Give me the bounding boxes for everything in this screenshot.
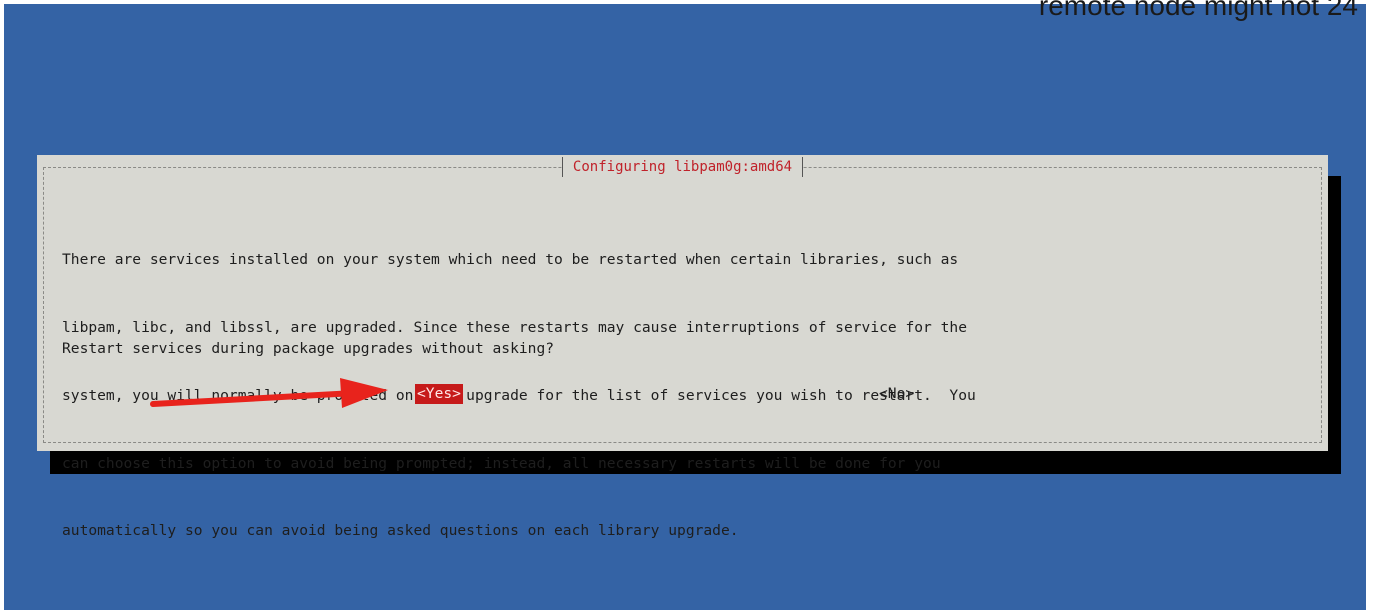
no-button[interactable]: <No> — [877, 384, 916, 404]
yes-button[interactable]: <Yes> — [415, 384, 463, 404]
message-line: automatically so you can avoid being ask… — [62, 522, 739, 540]
dialog-question: Restart services during package upgrades… — [62, 340, 555, 357]
overflow-caption: remote node might not 24 — [1038, 0, 1358, 21]
message-line: There are services installed on your sys… — [62, 251, 959, 269]
message-line: can choose this option to avoid being pr… — [62, 454, 941, 472]
message-line: libpam, libc, and libssl, are upgraded. … — [62, 318, 967, 336]
red-arrow-icon — [150, 378, 388, 408]
